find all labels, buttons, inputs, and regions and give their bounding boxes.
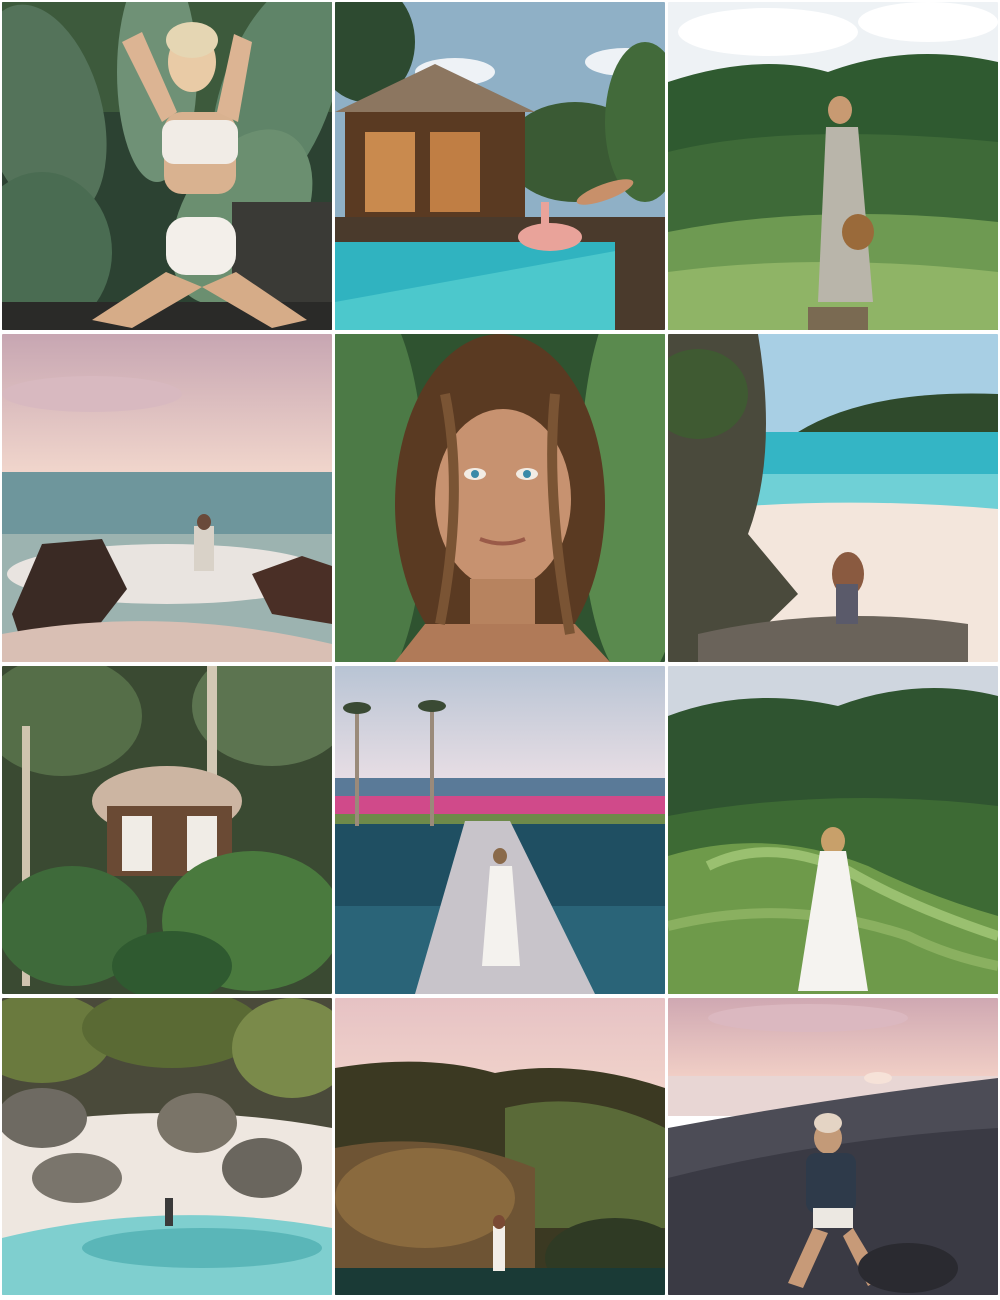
grid-tile-10[interactable] [2, 998, 332, 1295]
tropical-leaves-bikini-photo [2, 2, 332, 330]
grid-tile-9[interactable] [668, 666, 998, 994]
grid-tile-11[interactable] [335, 998, 665, 1295]
portrait-face-leaves-photo [335, 334, 665, 662]
sunset-ocean-rocks-photo [2, 334, 332, 662]
grid-tile-7[interactable] [2, 666, 332, 994]
rice-terrace-white-dress-photo [668, 666, 998, 994]
villa-pool-flamingo-photo [335, 2, 665, 330]
white-sand-rocks-lagoon-photo [2, 998, 332, 1295]
grid-tile-6[interactable] [668, 334, 998, 662]
grid-tile-8[interactable] [335, 666, 665, 994]
grid-tile-3[interactable] [668, 2, 998, 330]
infinity-pool-walkway-photo [335, 666, 665, 994]
grid-tile-12[interactable] [668, 998, 998, 1295]
sunset-jungle-valley-photo [335, 998, 665, 1295]
grid-tile-2[interactable] [335, 2, 665, 330]
aerial-hut-palms-photo [2, 666, 332, 994]
tropical-beach-cove-photo [668, 334, 998, 662]
black-sand-beach-sunset-photo [668, 998, 998, 1295]
grid-tile-4[interactable] [2, 334, 332, 662]
grid-tile-5[interactable] [335, 334, 665, 662]
grid-tile-1[interactable] [2, 2, 332, 330]
photo-grid [2, 2, 998, 1298]
jungle-valley-woman-photo [668, 2, 998, 330]
